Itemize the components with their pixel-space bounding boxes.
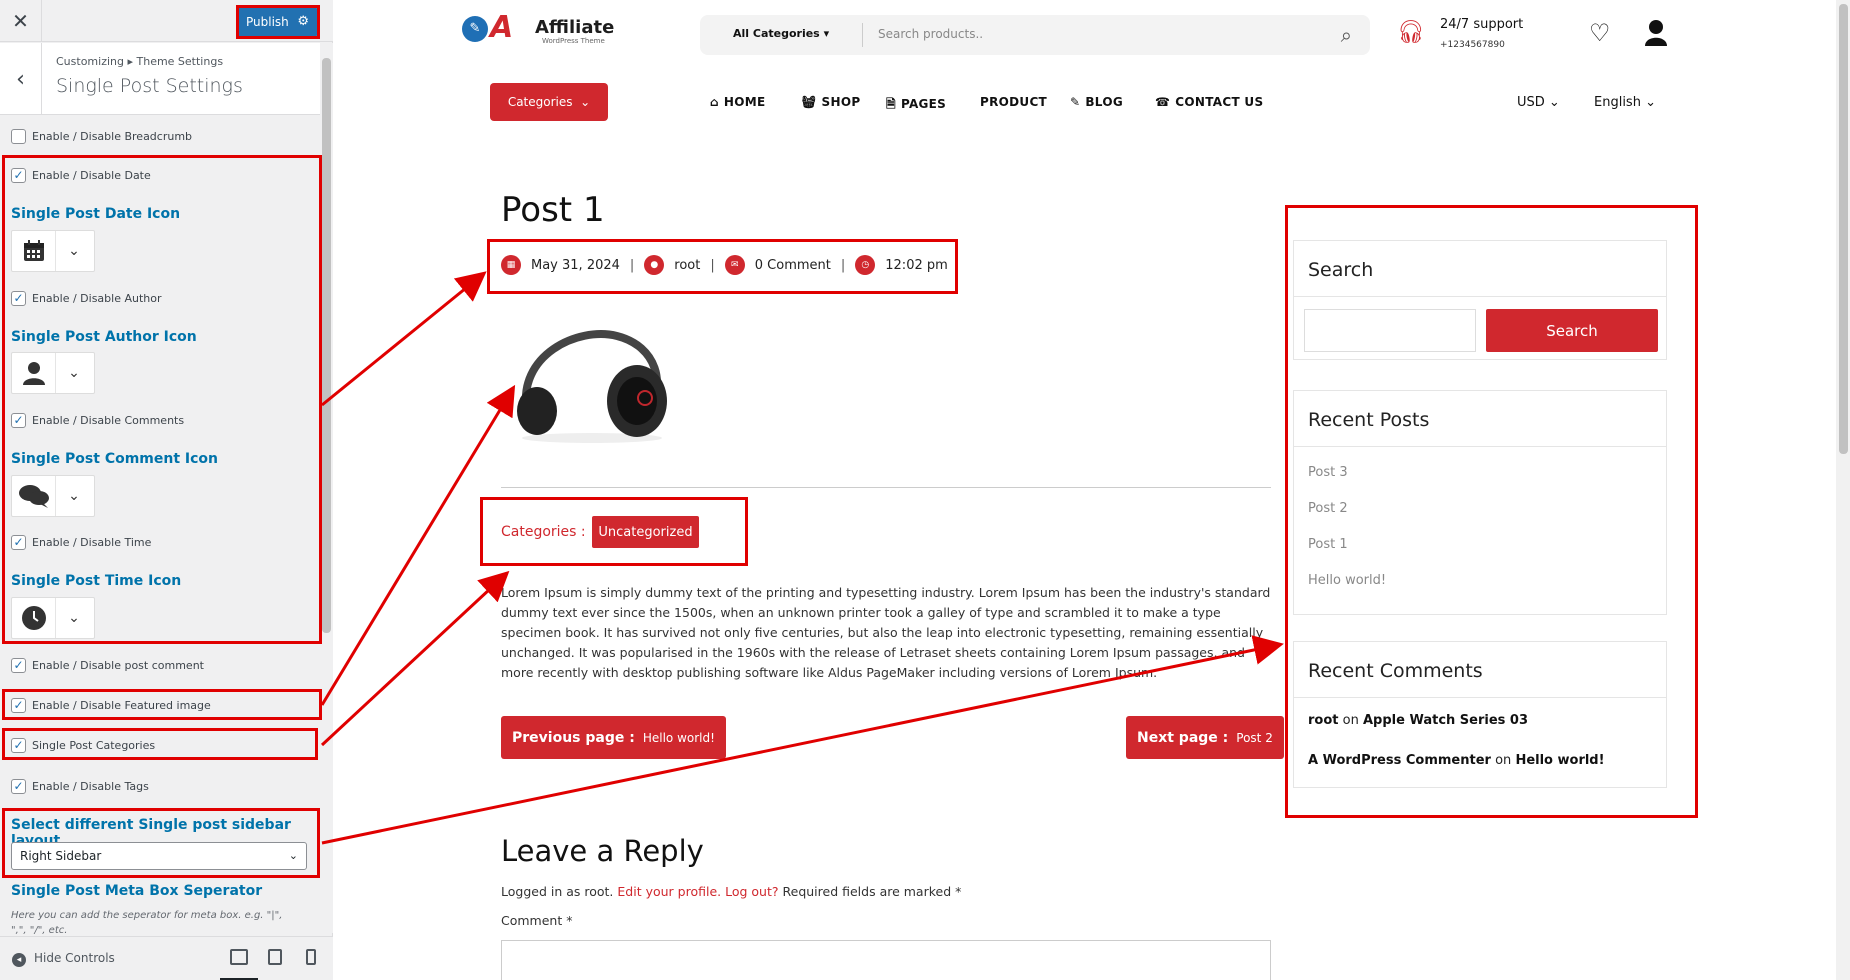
logo-mark[interactable]: A xyxy=(490,10,513,45)
breadcrumb-toggle-label: Enable / Disable Breadcrumb xyxy=(32,130,193,143)
divider xyxy=(862,23,863,47)
nav-blog[interactable]: ✎ BLOG xyxy=(1070,95,1123,109)
post-body: Lorem Ipsum is simply dummy text of the … xyxy=(501,585,1271,680)
edit-shortcut-icon[interactable]: ✎ xyxy=(462,16,488,42)
featured-image-headphones xyxy=(517,330,667,443)
customizer-scroll-thumb[interactable] xyxy=(322,58,331,633)
nav-shop[interactable]: 🧺︎ SHOP xyxy=(801,95,860,109)
annotation-box xyxy=(236,5,320,39)
collapse-icon: ◂ xyxy=(12,953,26,967)
category-dropdown[interactable]: All Categories ▾ xyxy=(733,27,829,40)
language-dropdown[interactable]: English ⌄ xyxy=(1594,95,1656,110)
section-header: ‹ Customizing ▸ Theme Settings Single Po… xyxy=(0,43,320,115)
logo-tagline: WordPress Theme xyxy=(542,37,605,45)
support-title: 24/7 support xyxy=(1440,17,1524,32)
mobile-preview-icon[interactable] xyxy=(306,949,316,965)
reply-title: Leave a Reply xyxy=(501,834,704,868)
divider xyxy=(501,487,1271,488)
nav-home[interactable]: ⌂ HOME xyxy=(710,95,765,109)
post-comment-checkbox[interactable]: ✓ xyxy=(11,658,26,673)
next-page-button[interactable]: Next page : Post 2 xyxy=(1126,716,1284,759)
home-icon: ⌂ xyxy=(710,95,719,109)
previous-page-button[interactable]: Previous page : Hello world! xyxy=(501,716,726,759)
customizer-footer: ◂ Hide Controls xyxy=(0,936,333,980)
annotation-box xyxy=(2,155,322,644)
annotation-box xyxy=(2,689,322,720)
post-title: Post 1 xyxy=(501,190,605,230)
breadcrumb-checkbox[interactable] xyxy=(11,129,26,144)
edit-profile-link[interactable]: Edit your profile. xyxy=(617,884,721,899)
wishlist-heart-icon[interactable]: ♡ xyxy=(1589,19,1611,47)
preview-scroll-thumb[interactable] xyxy=(1839,4,1848,454)
close-icon[interactable]: ✕ xyxy=(0,0,42,42)
post-comment-toggle-label: Enable / Disable post comment xyxy=(32,659,204,672)
page-icon: 🗎 xyxy=(886,97,896,111)
support-phone: +1234567890 xyxy=(1440,40,1505,50)
tablet-preview-icon[interactable] xyxy=(268,949,282,965)
nav-product[interactable]: PRODUCT xyxy=(980,95,1047,109)
annotation-box xyxy=(1285,205,1698,818)
breadcrumb: Customizing ▸ Theme Settings xyxy=(56,55,224,68)
contact-icon: ☎ xyxy=(1155,95,1171,109)
section-title: Single Post Settings xyxy=(56,75,243,97)
currency-dropdown[interactable]: USD ⌄ xyxy=(1517,95,1560,110)
screen: { "customizer": { "close_icon": "close-i… xyxy=(0,0,1850,980)
annotation-box xyxy=(487,239,958,294)
back-arrow-icon[interactable]: ‹ xyxy=(0,43,42,115)
logo-name[interactable]: Affiliate xyxy=(535,17,614,38)
hide-controls-button[interactable]: ◂ Hide Controls xyxy=(12,951,115,967)
headset-icon: 🎧︎ xyxy=(1397,20,1425,45)
log-out-link[interactable]: Log out? xyxy=(725,884,778,899)
nav-contact[interactable]: ☎ CONTACT US xyxy=(1155,95,1263,109)
tags-checkbox[interactable]: ✓ xyxy=(11,779,26,794)
blog-icon: ✎ xyxy=(1070,95,1081,109)
product-search-bar: All Categories ▾ Search products.. ⌕ xyxy=(700,15,1370,55)
categories-button[interactable]: Categories ⌄ xyxy=(490,83,608,121)
comment-textarea[interactable] xyxy=(501,940,1271,980)
search-icon[interactable]: ⌕ xyxy=(1341,23,1352,47)
separator-description: Here you can add the seperator for meta … xyxy=(11,910,283,936)
search-input[interactable]: Search products.. xyxy=(878,27,983,41)
tags-toggle-label: Enable / Disable Tags xyxy=(32,780,149,793)
comment-label: Comment * xyxy=(501,913,573,928)
basket-icon: 🧺︎ xyxy=(801,95,817,109)
nav-pages[interactable]: 🗎 PAGES xyxy=(886,95,946,116)
separator-title: Single Post Meta Box Seperator xyxy=(11,883,263,899)
annotation-box xyxy=(480,497,748,566)
annotation-box xyxy=(2,808,320,878)
account-user-icon[interactable] xyxy=(1645,20,1667,46)
hide-controls-label: Hide Controls xyxy=(34,951,115,965)
logged-in-text: Logged in as root. Edit your profile. Lo… xyxy=(501,884,962,899)
desktop-preview-icon[interactable] xyxy=(230,949,248,965)
annotation-box xyxy=(2,728,318,760)
